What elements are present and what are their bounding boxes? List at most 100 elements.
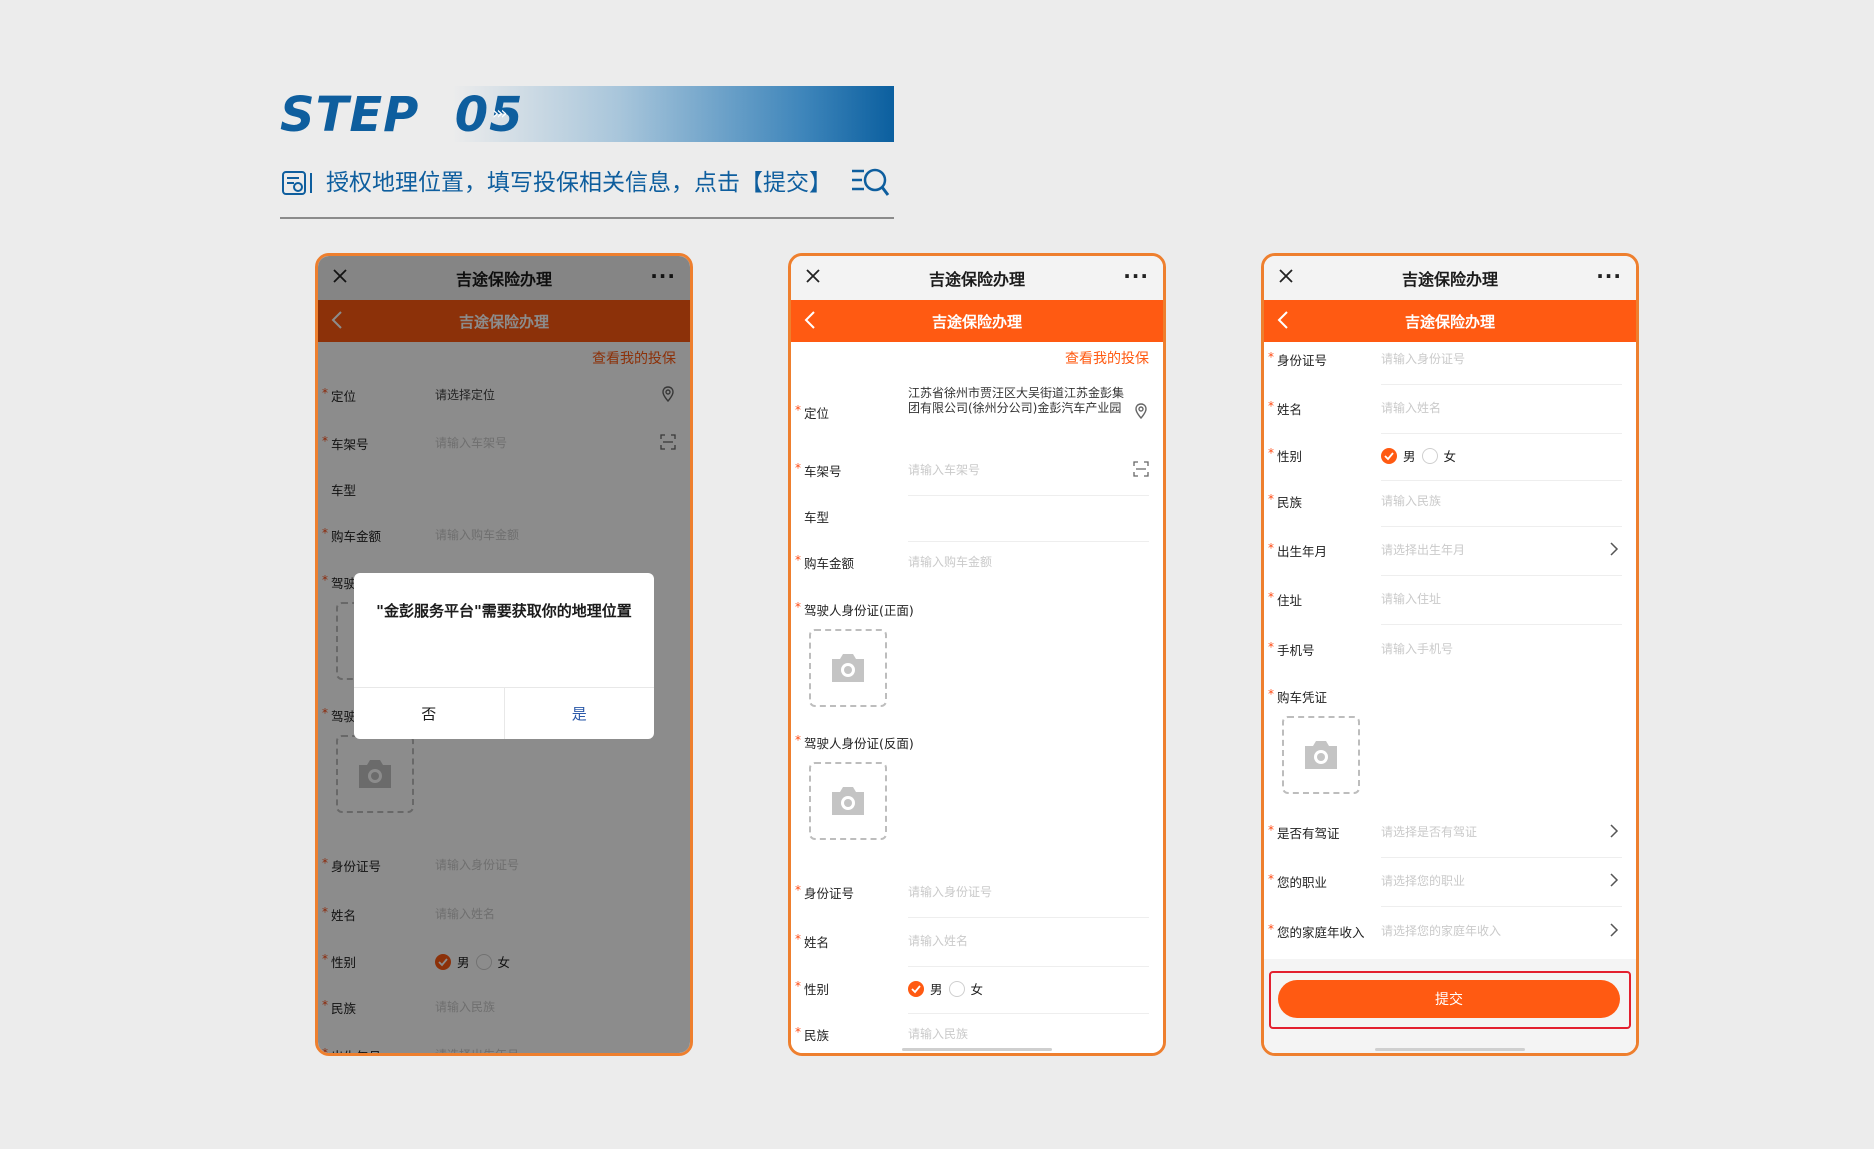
ethnic-row[interactable]: * 民族 请输入民族 xyxy=(791,1025,1163,1045)
location-permission-dialog: "金彭服务平台"需要获取你的地理位置 否 是 xyxy=(354,573,654,739)
gender-options: 男 女 xyxy=(1381,446,1456,465)
vin-input[interactable]: 请输入车架号 xyxy=(908,461,980,478)
price-row[interactable]: * 购车金额 请输入购车金额 xyxy=(791,553,1163,573)
field-label: 驾驶人身份证(正面) xyxy=(804,603,914,618)
address-input[interactable]: 请输入住址 xyxy=(1381,590,1441,607)
price-input[interactable]: 请输入购车金额 xyxy=(908,553,992,570)
name-row[interactable]: * 姓名 请输入姓名 xyxy=(1264,399,1636,434)
back-icon[interactable] xyxy=(803,310,817,330)
camera-icon xyxy=(832,654,864,682)
deny-button[interactable]: 否 xyxy=(354,688,505,739)
page-subtitle: 授权地理位置，填写投保相关信息，点击【提交】 xyxy=(326,170,832,196)
divider xyxy=(1381,575,1622,576)
field-label: 身份证号 xyxy=(804,886,855,901)
nav-bar: 吉途保险办理 xyxy=(791,300,1163,342)
name-input[interactable]: 请输入姓名 xyxy=(908,932,968,949)
chevron-right-icon[interactable] xyxy=(1606,872,1622,888)
field-label: 姓名 xyxy=(804,935,830,950)
income-picker[interactable]: 请选择您的家庭年收入 xyxy=(1381,922,1501,939)
required-mark: * xyxy=(795,883,801,897)
field-label: 您的家庭年收入 xyxy=(1277,925,1365,940)
radio-male-checked[interactable] xyxy=(1381,447,1397,464)
required-mark: * xyxy=(795,600,801,614)
location-value[interactable]: 江苏省徐州市贾汪区大吴街道江苏金彭集团有限公司(徐州分公司)金彭汽车产业园 xyxy=(908,386,1128,416)
chevron-right-icon[interactable] xyxy=(1606,922,1622,938)
phone-input[interactable]: 请输入手机号 xyxy=(1381,640,1453,657)
id-number-row[interactable]: * 身份证号 请输入身份证号 xyxy=(1264,350,1636,385)
field-label: 出生年月 xyxy=(1277,544,1328,559)
address-row[interactable]: * 住址 请输入住址 xyxy=(1264,590,1636,625)
close-icon[interactable] xyxy=(1276,266,1296,286)
divider xyxy=(1381,906,1622,907)
required-mark: * xyxy=(795,733,801,747)
required-mark: * xyxy=(795,979,801,993)
arrow-icons: ››› xyxy=(492,103,508,124)
divider xyxy=(1381,480,1622,481)
required-mark: * xyxy=(795,932,801,946)
chevron-right-icon[interactable] xyxy=(1606,823,1622,839)
ethnic-input[interactable]: 请输入民族 xyxy=(1381,492,1441,509)
upload-purchase-receipt[interactable] xyxy=(1282,716,1360,794)
birth-row[interactable]: * 出生年月 请选择出生年月 xyxy=(1264,541,1636,576)
close-icon[interactable] xyxy=(803,266,823,286)
name-input[interactable]: 请输入姓名 xyxy=(1381,399,1441,416)
field-label: 性别 xyxy=(804,982,830,997)
upload-id-front[interactable] xyxy=(809,629,887,707)
location-pin-icon[interactable] xyxy=(1133,403,1149,419)
required-mark: * xyxy=(1268,823,1274,837)
field-label: 性别 xyxy=(1277,449,1303,464)
divider xyxy=(1381,384,1622,385)
id-number-row[interactable]: * 身份证号 请输入身份证号 xyxy=(791,883,1163,918)
step-title: STEP 05 xyxy=(280,87,524,143)
job-picker[interactable]: 请选择您的职业 xyxy=(1381,872,1465,889)
more-icon[interactable]: ··· xyxy=(1123,266,1149,286)
ethnic-input[interactable]: 请输入民族 xyxy=(908,1025,968,1042)
id-number-input[interactable]: 请输入身份证号 xyxy=(908,883,992,900)
phone-screen-form-top: 吉途保险办理 ··· 吉途保险办理 查看我的投保 * 定位 江苏省徐州市贾汪区大… xyxy=(788,253,1166,1056)
divider xyxy=(908,966,1149,967)
scroll-handle xyxy=(1375,1048,1525,1051)
field-label: 身份证号 xyxy=(1277,353,1328,368)
ethnic-row[interactable]: * 民族 请输入民族 xyxy=(1264,492,1636,527)
field-label: 民族 xyxy=(1277,495,1303,510)
more-icon[interactable]: ··· xyxy=(1596,266,1622,286)
field-label: 驾驶人身份证(反面) xyxy=(804,736,914,751)
submit-button[interactable]: 提交 xyxy=(1278,980,1620,1018)
income-row[interactable]: * 您的家庭年收入 请选择您的家庭年收入 xyxy=(1264,922,1636,942)
location-row[interactable]: * 定位 江苏省徐州市贾汪区大吴街道江苏金彭集团有限公司(徐州分公司)金彭汽车产… xyxy=(791,386,1163,436)
upload-id-back[interactable] xyxy=(809,762,887,840)
chevron-right-icon[interactable] xyxy=(1606,541,1622,557)
model-row[interactable]: 车型 xyxy=(791,507,1163,542)
nav-title: 吉途保险办理 xyxy=(1404,312,1495,331)
allow-button[interactable]: 是 xyxy=(505,688,655,739)
job-row[interactable]: * 您的职业 请选择您的职业 xyxy=(1264,872,1636,907)
mini-program-titlebar: 吉途保险办理 ··· xyxy=(1264,256,1636,300)
radio-female[interactable] xyxy=(948,980,965,997)
license-picker[interactable]: 请选择是否有驾证 xyxy=(1381,823,1477,840)
scan-icon[interactable] xyxy=(1133,461,1149,477)
radio-female[interactable] xyxy=(1421,447,1438,464)
vin-row[interactable]: * 车架号 请输入车架号 xyxy=(791,461,1163,496)
back-icon[interactable] xyxy=(1276,310,1290,330)
dialog-buttons: 否 是 xyxy=(354,687,654,739)
field-label: 您的职业 xyxy=(1277,875,1328,890)
required-mark: * xyxy=(1268,922,1274,936)
field-label: 定位 xyxy=(804,406,830,421)
gender-row[interactable]: * 性别 男 女 xyxy=(791,979,1163,1014)
form-content: * 身份证号 请输入身份证号 * 姓名 请输入姓名 * 性别 男 女 * 民族 … xyxy=(1264,342,1636,1053)
birth-picker[interactable]: 请选择出生年月 xyxy=(1381,541,1465,558)
license-row[interactable]: * 是否有驾证 请选择是否有驾证 xyxy=(1264,823,1636,858)
phone-screen-form-bottom: 吉途保险办理 ··· 吉途保险办理 * 身份证号 请输入身份证号 * 姓名 请输… xyxy=(1261,253,1639,1056)
search-list-icon xyxy=(852,168,890,196)
required-mark: * xyxy=(795,403,801,417)
required-mark: * xyxy=(1268,446,1274,460)
phone-row[interactable]: * 手机号 请输入手机号 xyxy=(1264,640,1636,660)
id-number-input[interactable]: 请输入身份证号 xyxy=(1381,350,1465,367)
divider xyxy=(1381,526,1622,527)
name-row[interactable]: * 姓名 请输入姓名 xyxy=(791,932,1163,967)
document-icon xyxy=(282,171,312,195)
radio-male-checked[interactable] xyxy=(908,980,924,997)
field-label: 手机号 xyxy=(1277,643,1315,658)
view-my-policy-link[interactable]: 查看我的投保 xyxy=(1065,348,1149,368)
gender-row[interactable]: * 性别 男 女 xyxy=(1264,446,1636,481)
